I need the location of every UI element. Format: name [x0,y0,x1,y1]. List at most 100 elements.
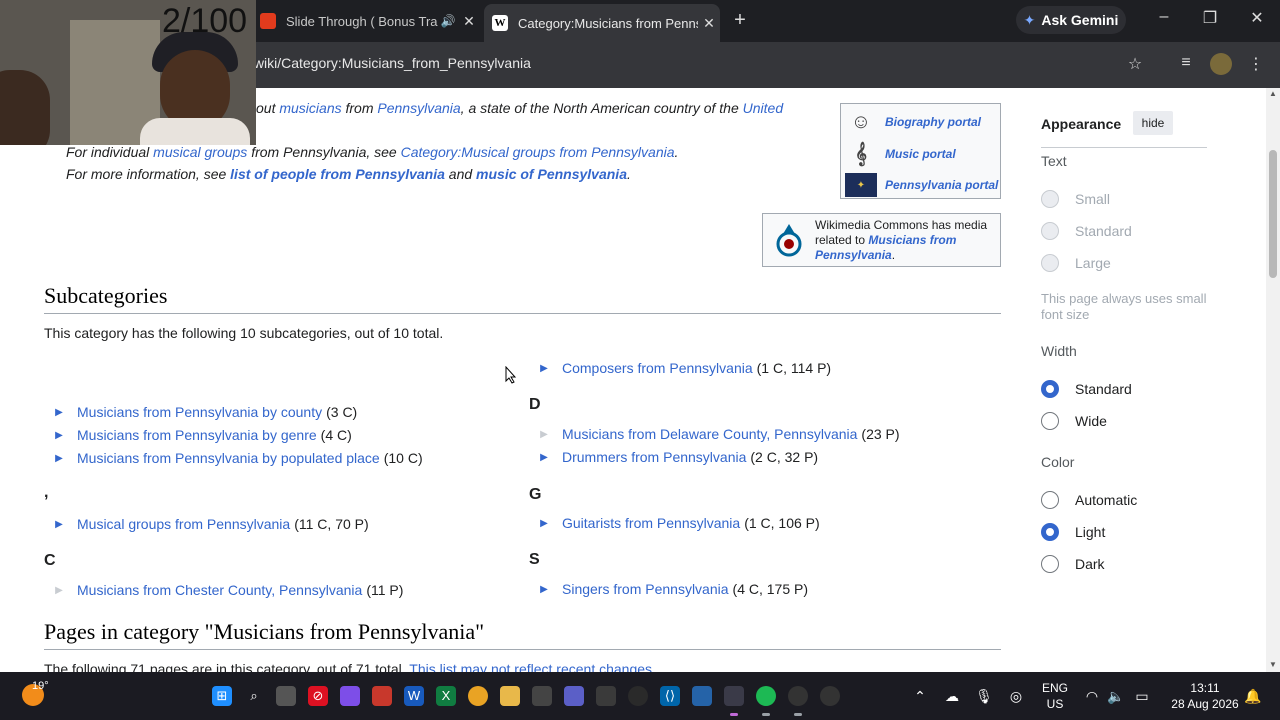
app-ring-icon[interactable] [628,686,648,706]
portal-biography[interactable]: ☺ Biography portal [845,108,981,136]
scroll-up-icon[interactable]: ▲ [1266,89,1280,98]
page-scrollbar[interactable]: ▲ ▼ [1266,88,1280,672]
subcategory-item[interactable]: ▶ Composers from Pennsylvania (1 C, 114 … [537,360,831,376]
scrollbar-thumb[interactable] [1269,150,1277,278]
subcategory-link[interactable]: Musicians from Pennsylvania by county [77,404,322,420]
subcategory-item[interactable]: ▶ Musicians from Pennsylvania by genre (… [52,427,352,443]
subcategory-link[interactable]: Musicians from Delaware County, Pennsylv… [562,426,857,442]
expand-triangle-icon[interactable]: ▶ [52,430,66,441]
location-icon[interactable]: ◎ [1007,688,1025,705]
link-recent-changes[interactable]: This list may not reflect recent changes [409,661,652,672]
word-icon[interactable]: W [404,686,424,706]
app-circle-icon[interactable] [372,686,392,706]
app-network-icon[interactable] [596,686,616,706]
ask-gemini-button[interactable]: ✦ Ask Gemini [1016,6,1126,34]
teams-icon[interactable] [564,686,584,706]
subcategory-item[interactable]: ▶ Musicians from Pennsylvania by county … [52,404,357,420]
subcategory-item[interactable]: ▶ Guitarists from Pennsylvania (1 C, 106… [537,515,820,531]
maximize-button[interactable]: ❐ [1195,8,1225,28]
link-pennsylvania[interactable]: Pennsylvania [377,100,460,116]
subcategory-item[interactable]: ▶ Musicians from Chester County, Pennsyl… [52,582,403,598]
chrome-active-icon[interactable] [724,686,744,706]
tab-wikipedia-category[interactable]: W Category:Musicians from Penns ✕ [484,4,720,42]
color-automatic-option[interactable]: Automatic [1041,490,1137,510]
app-gray-icon[interactable] [532,686,552,706]
color-light-option[interactable]: Light [1041,522,1105,542]
portal-pennsylvania[interactable]: ✦ Pennsylvania portal [845,171,998,199]
close-tab-icon[interactable]: ✕ [458,13,480,30]
portal-music[interactable]: 𝄞 Music portal [845,140,956,168]
volume-icon[interactable]: 🔈 [1107,688,1125,705]
copilot-icon[interactable] [340,686,360,706]
subcategory-link[interactable]: Musicians from Chester County, Pennsylva… [77,582,362,598]
subcategory-item[interactable]: ▶ Drummers from Pennsylvania (2 C, 32 P) [537,449,818,465]
subcategory-item[interactable]: ▶ Singers from Pennsylvania (4 C, 175 P) [537,581,808,597]
windows-start-icon[interactable]: ⊞ [212,686,232,706]
wifi-icon[interactable]: ◠ [1083,688,1101,705]
chrome-icon[interactable] [468,686,488,706]
app-dotted-icon[interactable] [820,686,840,706]
radio-selected-icon[interactable] [1041,523,1059,541]
spotify-icon[interactable] [756,686,776,706]
subcategory-item[interactable]: ▶ Musical groups from Pennsylvania (11 C… [52,516,369,532]
color-dark-option[interactable]: Dark [1041,554,1105,574]
expand-triangle-icon[interactable]: ▶ [537,363,551,374]
profile-avatar[interactable] [1210,53,1232,75]
link-musicians[interactable]: musicians [279,100,341,116]
expand-triangle-icon[interactable]: ▶ [52,407,66,418]
tab-slide-through[interactable]: Slide Through ( Bonus Track 🔊 ✕ [252,6,480,36]
expand-triangle-icon[interactable]: ▶ [52,519,66,530]
radio-icon[interactable] [1041,412,1059,430]
close-window-button[interactable]: ✕ [1242,8,1272,28]
subcategory-item[interactable]: ▶ Musicians from Pennsylvania by populat… [52,450,423,466]
width-standard-option[interactable]: Standard [1041,379,1132,399]
subcategory-item[interactable]: ▶ Musicians from Delaware County, Pennsy… [537,426,899,442]
search-icon[interactable]: ⌕ [244,686,264,706]
subcategory-count: (3 C) [326,404,358,420]
radio-icon[interactable] [1041,491,1059,509]
speaker-icon[interactable]: 🔊 [438,14,458,28]
onedrive-icon[interactable]: ☁ [943,688,961,705]
menu-kebab-icon[interactable]: ⋮ [1244,54,1268,74]
link-category-musical-groups[interactable]: Category:Musical groups from Pennsylvani… [401,144,675,160]
media-controls-icon[interactable]: ≡ [1174,54,1198,72]
link-list-of-people[interactable]: list of people from Pennsylvania [230,166,445,182]
expand-triangle-icon[interactable]: ▶ [537,584,551,595]
clock[interactable]: 13:11 28 Aug 2026 [1170,680,1240,712]
app-red-icon[interactable]: ⊘ [308,686,328,706]
new-tab-button[interactable]: + [730,8,750,32]
battery-icon[interactable]: ▭ [1133,688,1151,705]
subcategory-link[interactable]: Musicians from Pennsylvania by genre [77,427,317,443]
chevron-up-icon[interactable]: ⌃ [911,688,929,705]
scroll-down-icon[interactable]: ▼ [1266,660,1280,669]
file-explorer-icon[interactable] [500,686,520,706]
language-indicator[interactable]: ENG US [1040,680,1070,712]
vscode-icon[interactable]: ⟨⟩ [660,686,680,706]
link-musical-groups[interactable]: musical groups [153,144,247,160]
obs-icon[interactable] [788,686,808,706]
expand-triangle-icon[interactable]: ▶ [52,453,66,464]
minimize-button[interactable]: – [1149,8,1179,26]
microphone-icon[interactable]: 🎙 [975,688,993,705]
radio-icon[interactable] [1041,555,1059,573]
appearance-hide-button[interactable]: hide [1133,111,1173,135]
notification-bell-icon[interactable]: 🔔 [1244,688,1262,705]
close-tab-icon[interactable]: ✕ [698,15,720,32]
subcategory-link[interactable]: Composers from Pennsylvania [562,360,753,376]
app-blue-icon[interactable] [692,686,712,706]
subcategory-link[interactable]: Singers from Pennsylvania [562,581,729,597]
width-wide-option[interactable]: Wide [1041,411,1107,431]
subcategory-link[interactable]: Guitarists from Pennsylvania [562,515,740,531]
task-view-icon[interactable] [276,686,296,706]
expand-triangle-icon[interactable]: ▶ [537,452,551,463]
excel-icon[interactable]: X [436,686,456,706]
subcategory-link[interactable]: Musical groups from Pennsylvania [77,516,290,532]
bookmark-star-icon[interactable]: ☆ [1123,54,1147,74]
expand-triangle-icon[interactable]: ▶ [537,518,551,529]
subcategory-link[interactable]: Drummers from Pennsylvania [562,449,746,465]
radio-selected-icon[interactable] [1041,380,1059,398]
link-united[interactable]: United [743,100,783,116]
link-music-of-pennsylvania[interactable]: music of Pennsylvania [476,166,627,182]
url-field[interactable]: /wiki/Category:Musicians_from_Pennsylvan… [250,55,531,71]
subcategory-link[interactable]: Musicians from Pennsylvania by populated… [77,450,380,466]
